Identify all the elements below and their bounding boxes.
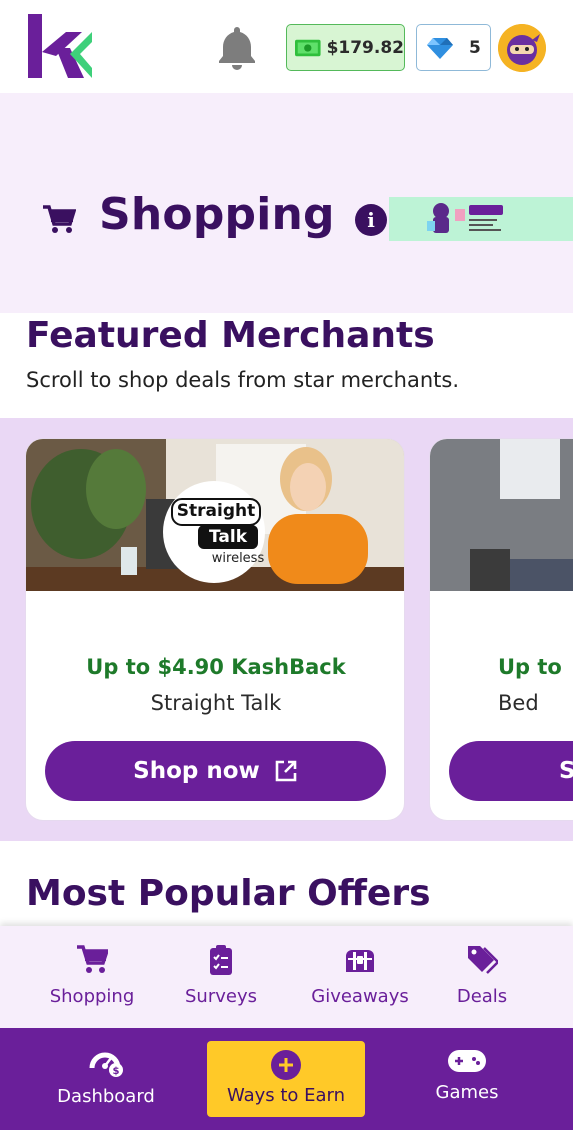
external-link-icon bbox=[275, 760, 297, 782]
nav-label: Shopping bbox=[49, 986, 135, 1007]
ninja-avatar-icon bbox=[498, 24, 546, 72]
section-title: Featured Merchants bbox=[26, 315, 435, 356]
merchant-name: Straight Talk bbox=[150, 691, 282, 715]
merchant-image bbox=[430, 439, 573, 591]
section-subtitle: Scroll to shop deals from star merchants… bbox=[26, 368, 460, 392]
nav-deals[interactable]: Deals bbox=[452, 944, 512, 1007]
nav-surveys[interactable]: Surveys bbox=[183, 944, 259, 1007]
nav-label: Surveys bbox=[185, 986, 257, 1007]
gem-count: 5 bbox=[469, 37, 481, 58]
shopping-hero: Shopping i bbox=[0, 93, 573, 313]
kashback-amount: Up to bbox=[498, 655, 562, 679]
nav-label: Ways to Earn bbox=[226, 1085, 346, 1106]
gamepad-icon bbox=[448, 1050, 486, 1072]
nav-label: Deals bbox=[456, 986, 508, 1007]
nav-label: Games bbox=[435, 1082, 499, 1103]
svg-text:$: $ bbox=[113, 1066, 120, 1077]
clipboard-icon bbox=[210, 945, 232, 975]
plus-circle-icon bbox=[271, 1050, 301, 1080]
cash-balance: $179.82 bbox=[326, 37, 404, 58]
cash-balance-pill[interactable]: $179.82 bbox=[286, 24, 405, 71]
merchant-name: Bed bbox=[498, 691, 539, 715]
gem-icon bbox=[427, 37, 453, 59]
cart-icon bbox=[43, 205, 76, 233]
promo-banner-image bbox=[389, 197, 573, 241]
merchant-logo-line1: Straight bbox=[176, 501, 256, 521]
nav-label: Giveaways bbox=[311, 986, 409, 1007]
merchant-logo-line2: Talk bbox=[208, 527, 247, 547]
treasure-chest-icon bbox=[346, 950, 374, 972]
most-popular-header: Most Popular Offers bbox=[0, 841, 573, 928]
merchant-card[interactable]: Straight Talk wireless Up to $4.90 KashB… bbox=[25, 438, 405, 821]
featured-merchants-header: Featured Merchants Scroll to shop deals … bbox=[0, 313, 573, 418]
section-title: Most Popular Offers bbox=[26, 873, 431, 914]
avatar[interactable] bbox=[498, 24, 546, 72]
shop-now-label: Shop now bbox=[133, 758, 260, 784]
merchant-image: Straight Talk wireless bbox=[26, 439, 404, 591]
nav-games[interactable]: Games bbox=[424, 1048, 510, 1103]
category-nav: Shopping Surveys Giveaways Deals bbox=[0, 926, 573, 1029]
top-bar: $179.82 5 bbox=[0, 0, 573, 93]
gem-balance-pill[interactable]: 5 bbox=[416, 24, 491, 71]
info-icon[interactable]: i bbox=[355, 204, 387, 236]
merchant-carousel[interactable]: Straight Talk wireless Up to $4.90 KashB… bbox=[0, 418, 573, 841]
cash-icon bbox=[295, 39, 321, 56]
page-title: Shopping bbox=[99, 189, 335, 240]
kashkick-logo[interactable] bbox=[26, 12, 96, 80]
merchant-logo-line3: wireless bbox=[211, 551, 265, 566]
kashback-amount: Up to $4.90 KashBack bbox=[86, 655, 346, 679]
shop-now-button[interactable]: Shop now bbox=[45, 741, 386, 801]
tags-icon bbox=[468, 946, 498, 974]
nav-giveaways[interactable]: Giveaways bbox=[306, 944, 414, 1007]
dashboard-icon: $ bbox=[89, 1052, 123, 1077]
shop-now-label: S bbox=[559, 758, 573, 784]
nav-label: Dashboard bbox=[57, 1086, 155, 1107]
nav-dashboard[interactable]: $ Dashboard bbox=[48, 1048, 164, 1107]
nav-shopping[interactable]: Shopping bbox=[46, 944, 138, 1007]
bottom-nav: $ Dashboard Ways to Earn Games bbox=[0, 1028, 573, 1130]
shop-now-button[interactable]: S bbox=[449, 741, 573, 801]
promo-banner[interactable] bbox=[389, 197, 573, 241]
merchant-card[interactable]: Up to Bed S bbox=[429, 438, 573, 821]
cart-icon bbox=[77, 945, 108, 973]
nav-ways-to-earn[interactable]: Ways to Earn bbox=[207, 1041, 365, 1117]
bell-icon[interactable] bbox=[216, 24, 258, 70]
